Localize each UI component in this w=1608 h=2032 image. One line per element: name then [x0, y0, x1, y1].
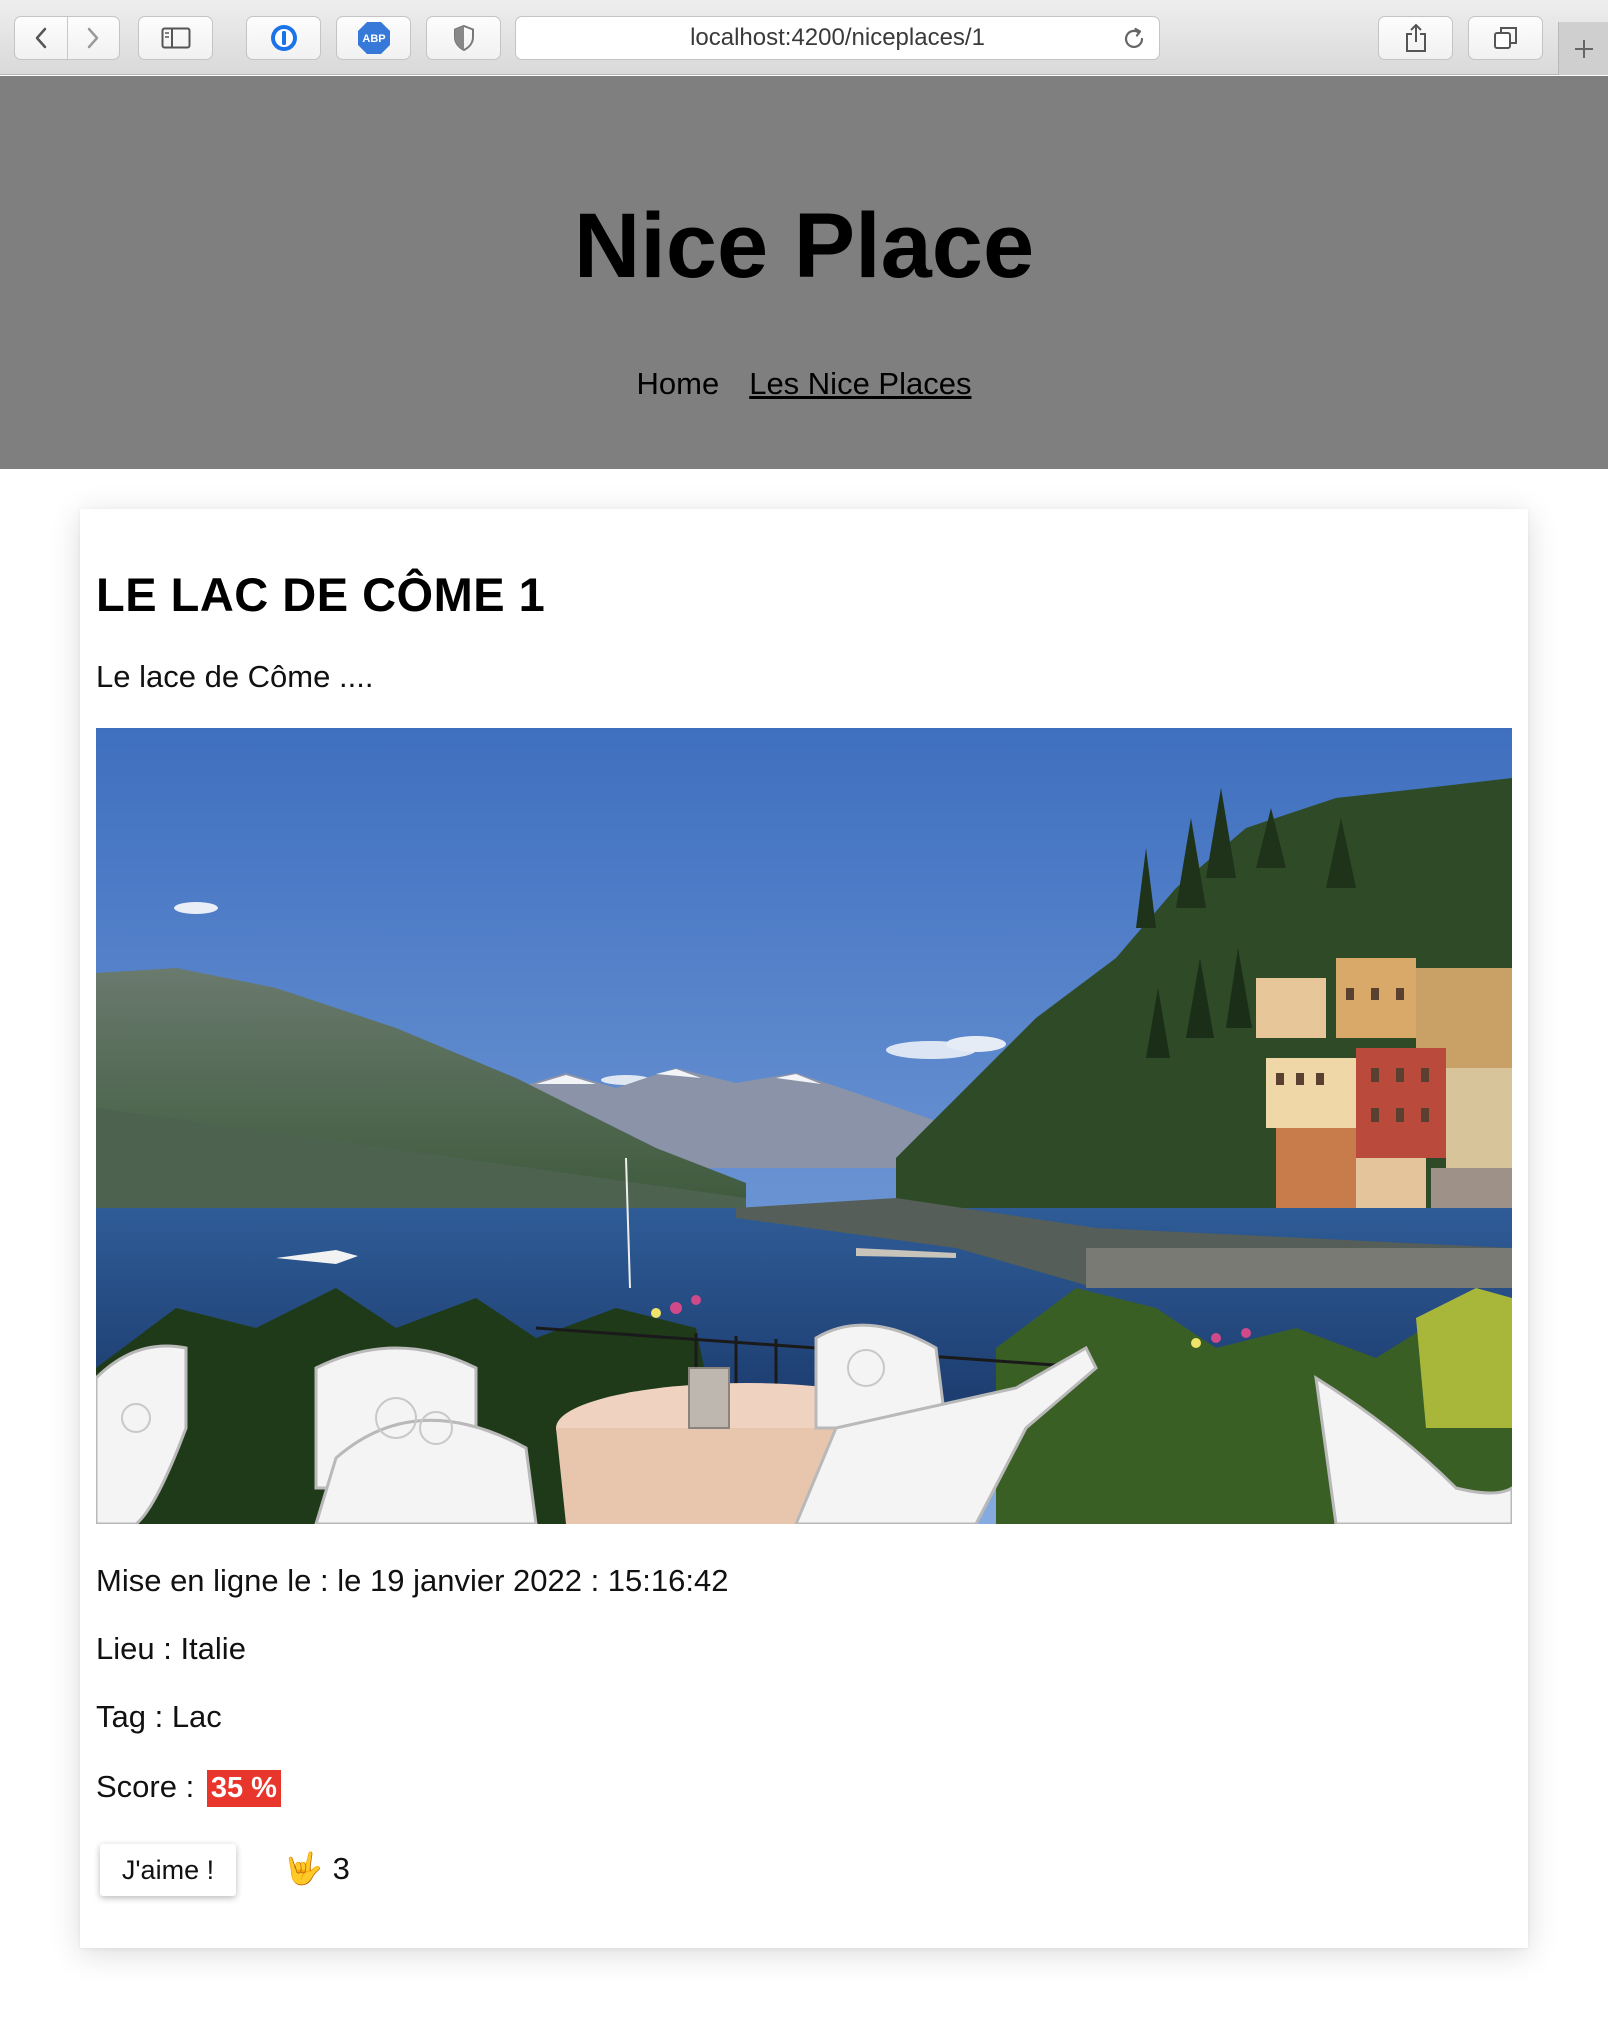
chevron-left-icon: [35, 27, 47, 49]
love-you-gesture-icon: 🤟: [284, 1851, 323, 1886]
reload-button[interactable]: [1121, 26, 1147, 59]
browser-toolbar: ABP localhost:4200/niceplaces/1: [0, 0, 1608, 75]
place-description: Le lace de Côme ....: [96, 659, 374, 694]
tab-overview-button[interactable]: [1468, 16, 1543, 60]
lake-landscape-illustration: [96, 728, 1512, 1524]
place-title: Le Lac de Côme 1: [96, 568, 546, 621]
site-header: Nice Place Home Les Nice Places: [0, 76, 1608, 469]
address-bar[interactable]: localhost:4200/niceplaces/1: [515, 16, 1160, 60]
nav-link-home[interactable]: Home: [637, 366, 720, 402]
like-button[interactable]: J'aime !: [100, 1844, 236, 1896]
history-nav: [14, 16, 120, 60]
password-manager-button[interactable]: [246, 16, 321, 60]
score-badge: 35 %: [206, 1770, 281, 1807]
like-counter: 🤟 3: [284, 1850, 350, 1887]
place-score: Score : 35 %: [96, 1769, 281, 1807]
place-tag: Tag : Lac: [96, 1699, 222, 1734]
forward-button[interactable]: [66, 17, 119, 59]
adblock-label: ABP: [362, 33, 385, 45]
chevron-right-icon: [88, 27, 99, 49]
share-icon: [1405, 23, 1426, 52]
sidebar-toggle-button[interactable]: [138, 16, 213, 60]
privacy-shield-button[interactable]: [426, 16, 501, 60]
site-title: Nice Place: [573, 195, 1035, 297]
place-card: Le Lac de Côme 1 Le lace de Côme ....: [80, 509, 1528, 1948]
sidebar-icon: [161, 27, 190, 49]
main-nav: Home Les Nice Places: [0, 366, 1608, 402]
publication-date: Mise en ligne le : le 19 janvier 2022 : …: [96, 1563, 729, 1598]
adblock-icon: ABP: [357, 22, 390, 54]
place-photo: [96, 728, 1512, 1524]
nav-link-nice-places[interactable]: Les Nice Places: [749, 366, 971, 402]
back-button[interactable]: [15, 17, 67, 59]
tabs-icon: [1493, 27, 1517, 49]
plus-icon: [1574, 39, 1593, 58]
like-count-value: 3: [332, 1850, 350, 1886]
password-manager-icon: [270, 25, 297, 51]
share-button[interactable]: [1378, 16, 1453, 60]
new-tab-button[interactable]: [1558, 22, 1608, 75]
adblock-button[interactable]: ABP: [336, 16, 411, 60]
score-label: Score :: [96, 1769, 195, 1804]
shield-icon: [453, 24, 474, 52]
url-text: localhost:4200/niceplaces/1: [690, 24, 985, 51]
place-location: Lieu : Italie: [96, 1631, 246, 1666]
reload-icon: [1124, 27, 1144, 48]
